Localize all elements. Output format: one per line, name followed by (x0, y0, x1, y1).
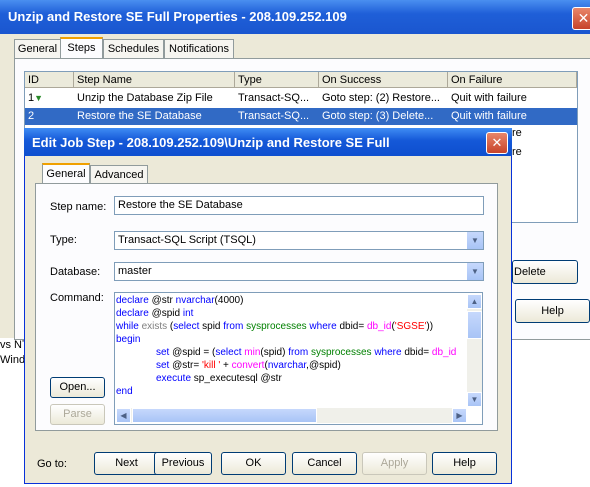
table-row[interactable]: 2 Restore the SE Database Transact-SQ...… (25, 108, 577, 125)
go-to-label: Go to: (37, 458, 67, 470)
open-button[interactable]: Open... (50, 377, 105, 398)
chevron-up-icon[interactable]: ▲ (467, 294, 482, 309)
step-name-input[interactable]: Restore the SE Database (114, 196, 484, 215)
close-icon[interactable]: ✕ (572, 7, 590, 30)
step-name-label: Step name: (50, 201, 107, 213)
command-horizontal-scrollbar[interactable]: ◀ ▶ (116, 408, 467, 423)
ok-button[interactable]: OK (221, 452, 286, 475)
command-line: execute sp_executesql @str (156, 373, 282, 384)
row-on-success: Goto step: (2) Restore... (322, 92, 440, 104)
command-line: while exists (select spid from sysproces… (116, 321, 434, 332)
tab-general[interactable]: General (14, 39, 61, 60)
row-type: Transact-SQ... (238, 110, 310, 122)
cancel-button[interactable]: Cancel (292, 452, 357, 475)
command-line: declare @str nvarchar(4000) (116, 295, 244, 306)
chevron-right-icon[interactable]: ▶ (452, 408, 467, 423)
database-select[interactable]: master (114, 262, 484, 281)
start-step-flag-icon: ▼ (34, 93, 44, 103)
chevron-left-icon[interactable]: ◀ (116, 408, 131, 423)
type-select[interactable]: Transact-SQL Script (TSQL) (114, 231, 484, 250)
chevron-down-icon[interactable]: ▼ (466, 232, 483, 249)
table-row[interactable]: 1▼ Unzip the Database Zip File Transact-… (25, 90, 577, 107)
tab-notifications[interactable]: Notifications (164, 39, 234, 60)
command-line: set @str= 'kill ' + convert(nvarchar,@sp… (156, 360, 341, 371)
background-text-fragment: Wind (0, 354, 26, 366)
command-line: set @spid = (select min(spid) from syspr… (156, 347, 457, 358)
previous-button[interactable]: Previous (154, 452, 212, 475)
apply-button[interactable]: Apply (362, 452, 427, 475)
command-label: Command: (50, 292, 104, 304)
column-header-type[interactable]: Type (235, 72, 319, 88)
type-label: Type: (50, 234, 77, 246)
close-icon[interactable]: ✕ (486, 132, 508, 154)
row-type: Transact-SQ... (238, 92, 310, 104)
type-select-value: Transact-SQL Script (TSQL) (118, 234, 256, 246)
hidden-row-fragment: re (512, 146, 522, 158)
row-step-name: Restore the SE Database (77, 110, 202, 122)
help-button[interactable]: Help (432, 452, 497, 475)
row-id: 2 (28, 110, 35, 122)
column-header-on-success[interactable]: On Success (319, 72, 448, 88)
command-line: begin (116, 334, 141, 345)
command-text[interactable]: declare @str nvarchar(4000) declare @spi… (116, 294, 467, 406)
command-vertical-scrollbar[interactable]: ▲ ▼ (467, 294, 482, 407)
scroll-thumb[interactable] (132, 408, 317, 423)
command-line: declare @spid int (116, 308, 194, 319)
hidden-row-fragment: re (512, 127, 522, 139)
delete-step-button[interactable]: Delete (512, 260, 578, 284)
scroll-thumb[interactable] (467, 311, 482, 339)
job-properties-title: Unzip and Restore SE Full Properties - 2… (8, 9, 347, 24)
help-button[interactable]: Help (515, 299, 590, 323)
chevron-down-icon[interactable]: ▼ (466, 263, 483, 280)
row-on-failure: Quit with failure (451, 110, 527, 122)
row-step-name: Unzip the Database Zip File (77, 92, 213, 104)
command-line: end (116, 386, 133, 397)
column-header-on-failure[interactable]: On Failure (448, 72, 577, 88)
chevron-down-icon[interactable]: ▼ (467, 392, 482, 407)
row-on-failure: Quit with failure (451, 92, 527, 104)
tab-schedules[interactable]: Schedules (103, 39, 164, 60)
column-header-id[interactable]: ID (25, 72, 74, 88)
row-id-cell: 1▼ (25, 90, 74, 107)
row-on-success: Goto step: (3) Delete... (322, 110, 434, 122)
database-label: Database: (50, 266, 101, 278)
database-select-value: master (118, 265, 152, 277)
edit-job-step-title: Edit Job Step - 208.109.252.109\Unzip an… (32, 135, 390, 150)
next-button[interactable]: Next (94, 452, 159, 475)
column-header-step-name[interactable]: Step Name (74, 72, 235, 88)
parse-button[interactable]: Parse (50, 404, 105, 425)
